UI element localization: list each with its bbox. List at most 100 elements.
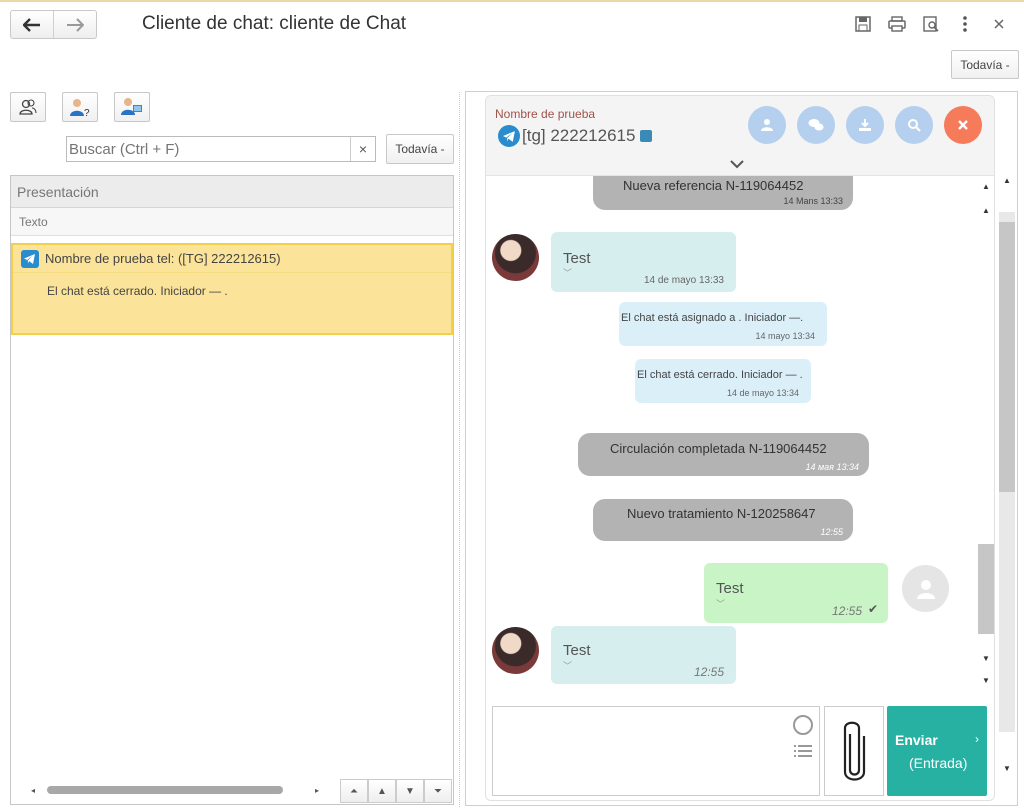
message-expand-icon[interactable]: ﹀ [716,597,725,610]
scroll-up-icon[interactable]: ▲ [982,206,990,215]
emoji-icon[interactable] [793,715,813,735]
scroll-right-icon[interactable]: ▸ [315,786,319,795]
contact-avatar [492,234,539,281]
horizontal-scrollbar[interactable]: ◂ ▸ [21,784,321,796]
column-header[interactable]: Presentación [11,176,453,208]
chat-history-button[interactable] [797,106,835,144]
send-label: Enviar [895,732,938,748]
info-message: El chat está asignado a . Iniciador —. 1… [619,302,827,346]
panel-divider[interactable] [459,92,460,807]
message-time: 14 Mans 13:33 [783,196,843,206]
phone-icon[interactable] [640,130,653,142]
delivered-check-icon: ✔ [867,602,878,616]
left-toolbar: ? [10,92,150,122]
scroll-down-icon[interactable]: ▼ [982,654,990,663]
message-expand-icon[interactable]: ﹀ [563,659,572,672]
close-chat-button[interactable] [944,106,982,144]
window-toolbar [846,12,1016,36]
message-input[interactable] [493,707,819,795]
save-icon[interactable] [846,12,880,36]
contact-profile-button[interactable] [748,106,786,144]
last-page-icon[interactable]: ⏷ [424,779,452,803]
todavia-menu-button[interactable]: Todavía - [951,50,1019,79]
chevron-down-icon[interactable] [730,158,744,172]
paperclip-icon [843,721,866,781]
todavia-filter-button[interactable]: Todavía - [386,134,454,164]
more-menu-icon[interactable] [948,12,982,36]
preview-icon[interactable] [914,12,948,36]
send-shortcut-label: (Entrada) [909,755,968,771]
operator-avatar [902,565,949,612]
send-button[interactable]: Enviar › (Entrada) [887,706,987,796]
message-time: 12:55 [693,665,724,679]
attach-file-button[interactable] [824,706,884,796]
search-icon [908,119,921,132]
message-scrollbar[interactable]: ▲ ▲ ▼ ▼ [976,176,994,686]
search-box: × [66,136,376,162]
scroll-bottom-icon[interactable]: ▼ [982,676,990,685]
contact-phone: [tg] 222212615 [522,126,636,145]
user-query-button[interactable]: ? [62,92,98,122]
scroll-top-icon[interactable]: ▲ [982,182,990,191]
first-page-icon[interactable]: ⏶ [340,779,368,803]
message-text: Test [563,250,591,267]
horizontal-scroll-thumb[interactable] [47,786,283,794]
outgoing-message: Test ﹀ 12:55 ✔ [704,563,888,623]
user-question-icon: ? [70,99,90,117]
telegram-icon [21,249,39,268]
message-composer [492,706,820,796]
message-text: Test [563,642,591,659]
forward-button[interactable] [53,11,96,38]
users-button[interactable] [10,92,46,122]
scroll-left-icon[interactable]: ◂ [31,786,35,795]
message-text: El chat está asignado a . Iniciador —. [621,312,804,324]
person-icon [916,579,935,599]
history-nav [10,10,97,39]
message-time: 14 de mayo 13:33 [643,275,724,286]
info-message: El chat está cerrado. Iniciador — . 14 d… [635,359,811,403]
message-text: El chat está cerrado. Iniciador — . [637,369,803,381]
window-title: Cliente de chat: cliente de Chat [142,13,407,34]
list-item-title: Nombre de prueba tel: ([TG] 222212615) [45,251,281,266]
contact-phone-row: [tg] 222212615 [498,125,653,147]
contact-avatar [492,627,539,674]
message-text: Test [716,580,744,597]
conversation-list: Presentación Texto Nombre de prueba tel:… [10,175,454,805]
panel-scroll-thumb[interactable] [999,222,1015,492]
panel-scroll-up-icon[interactable]: ▲ [1003,176,1011,185]
templates-list-icon[interactable] [794,743,812,761]
contact-name: Nombre de prueba [495,107,596,121]
prev-page-icon[interactable]: ▲ [368,779,396,803]
chat-header: Nombre de prueba [tg] 222212615 [486,96,994,176]
list-item-header: Nombre de prueba tel: ([TG] 222212615) [13,245,451,273]
person-icon [761,119,773,131]
top-border [0,0,1024,2]
arrow-left-icon [23,17,40,32]
list-item[interactable]: Nombre de prueba tel: ([TG] 222212615) E… [11,243,453,335]
search-input[interactable] [67,137,350,161]
close-window-icon[interactable] [982,12,1016,36]
list-pager: ⏶ ▲ ▼ ⏷ [340,779,452,803]
message-time: 14 мая 13:34 [805,462,859,472]
message-list: Nueva referencia N-119064452 14 Mans 13:… [486,176,976,686]
message-time: 14 mayo 13:34 [755,331,815,341]
chat-actions [748,106,982,144]
incoming-message: Test ﹀ 12:55 [551,626,736,684]
clear-search-button[interactable]: × [350,137,375,161]
download-icon [859,119,871,131]
message-expand-icon[interactable]: ﹀ [563,266,572,279]
panel-scroll-down-icon[interactable]: ▼ [1003,764,1011,773]
message-scroll-thumb[interactable] [978,544,994,634]
panel-scrollbar[interactable]: ▲ ▼ [995,176,1017,773]
column-subheader[interactable]: Texto [11,208,453,236]
message-time: 12:55 [820,527,843,537]
next-page-icon[interactable]: ▼ [396,779,424,803]
download-button[interactable] [846,106,884,144]
user-screen-button[interactable] [114,92,150,122]
message-time: 12:55 [831,604,862,618]
system-message: Circulación completada N-119064452 14 ма… [578,433,869,476]
user-monitor-icon [121,98,142,115]
search-chat-button[interactable] [895,106,933,144]
print-icon[interactable] [880,12,914,36]
back-button[interactable] [11,11,53,38]
